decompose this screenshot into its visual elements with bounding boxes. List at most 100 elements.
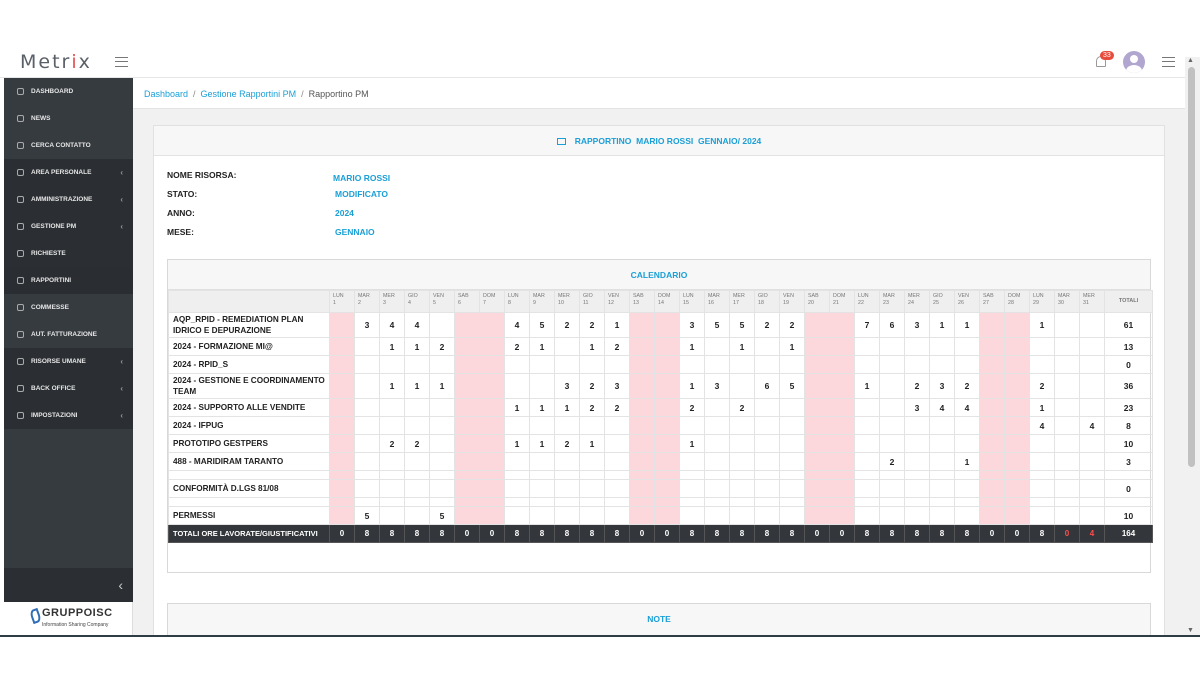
hours-cell[interactable]: [804, 452, 830, 471]
hours-cell[interactable]: [379, 479, 405, 498]
hours-cell[interactable]: [1004, 506, 1030, 525]
sidebar-item-rapportini[interactable]: Rapportini: [4, 267, 133, 294]
hours-cell[interactable]: [879, 373, 905, 399]
hours-cell[interactable]: [854, 355, 880, 374]
hours-cell[interactable]: 6: [754, 373, 780, 399]
hours-cell[interactable]: 1: [529, 337, 555, 356]
hours-cell[interactable]: [729, 479, 755, 498]
hours-cell[interactable]: [679, 355, 705, 374]
hours-cell[interactable]: [729, 416, 755, 435]
hours-cell[interactable]: [529, 416, 555, 435]
hours-cell[interactable]: 2: [504, 337, 530, 356]
hours-cell[interactable]: [329, 452, 355, 471]
breadcrumb-link-dashboard[interactable]: Dashboard: [144, 89, 188, 99]
hours-cell[interactable]: [354, 337, 380, 356]
hours-cell[interactable]: [329, 373, 355, 399]
hours-cell[interactable]: 1: [404, 337, 430, 356]
hours-cell[interactable]: [754, 398, 780, 417]
hours-cell[interactable]: [854, 479, 880, 498]
hours-cell[interactable]: 5: [779, 373, 805, 399]
hours-cell[interactable]: 5: [354, 506, 380, 525]
hours-cell[interactable]: [1079, 479, 1105, 498]
hours-cell[interactable]: [654, 373, 680, 399]
hours-cell[interactable]: 2: [404, 434, 430, 453]
hours-cell[interactable]: [954, 434, 980, 453]
hours-cell[interactable]: [904, 506, 930, 525]
hours-cell[interactable]: [454, 506, 480, 525]
hours-cell[interactable]: [679, 506, 705, 525]
hours-cell[interactable]: 1: [579, 434, 605, 453]
hours-cell[interactable]: [929, 355, 955, 374]
hours-cell[interactable]: [654, 355, 680, 374]
hours-cell[interactable]: 1: [779, 337, 805, 356]
hours-cell[interactable]: [704, 506, 730, 525]
hours-cell[interactable]: [504, 373, 530, 399]
scroll-up-icon[interactable]: ▲: [1187, 57, 1194, 64]
hours-cell[interactable]: [729, 434, 755, 453]
hours-cell[interactable]: 1: [404, 373, 430, 399]
hours-cell[interactable]: [554, 416, 580, 435]
hours-cell[interactable]: [729, 506, 755, 525]
sidebar-item-impostazioni[interactable]: Impostazioni ‹: [4, 402, 133, 429]
hours-cell[interactable]: 2: [579, 312, 605, 338]
hours-cell[interactable]: [879, 506, 905, 525]
hours-cell[interactable]: [779, 452, 805, 471]
hours-cell[interactable]: [604, 452, 630, 471]
hours-cell[interactable]: 1: [379, 373, 405, 399]
hours-cell[interactable]: [854, 506, 880, 525]
hours-cell[interactable]: [879, 434, 905, 453]
hours-cell[interactable]: [879, 355, 905, 374]
hours-cell[interactable]: 4: [1079, 416, 1105, 435]
hours-cell[interactable]: [1054, 452, 1080, 471]
hours-cell[interactable]: [829, 355, 855, 374]
hours-cell[interactable]: [629, 506, 655, 525]
hours-cell[interactable]: [979, 434, 1005, 453]
hours-cell[interactable]: [1054, 416, 1080, 435]
hours-cell[interactable]: [329, 355, 355, 374]
hours-cell[interactable]: [829, 506, 855, 525]
hours-cell[interactable]: 4: [504, 312, 530, 338]
hours-cell[interactable]: [454, 416, 480, 435]
hours-cell[interactable]: [404, 452, 430, 471]
hours-cell[interactable]: [704, 452, 730, 471]
hours-cell[interactable]: [629, 434, 655, 453]
hours-cell[interactable]: [954, 506, 980, 525]
hours-cell[interactable]: [704, 355, 730, 374]
hours-cell[interactable]: [354, 398, 380, 417]
page-scrollbar[interactable]: ▲ ▼: [1185, 57, 1200, 637]
avatar[interactable]: [1123, 51, 1145, 73]
hours-cell[interactable]: [379, 355, 405, 374]
hours-cell[interactable]: [1079, 452, 1105, 471]
hours-cell[interactable]: 1: [1029, 312, 1055, 338]
hours-cell[interactable]: 3: [354, 312, 380, 338]
hours-cell[interactable]: 2: [579, 373, 605, 399]
hours-cell[interactable]: [354, 373, 380, 399]
hours-cell[interactable]: [1029, 506, 1055, 525]
menu-toggle-icon[interactable]: [115, 57, 128, 67]
sidebar-item-dashboard[interactable]: Dashboard: [4, 78, 133, 105]
hours-cell[interactable]: [704, 337, 730, 356]
hours-cell[interactable]: [954, 355, 980, 374]
hours-cell[interactable]: [879, 398, 905, 417]
hours-cell[interactable]: [529, 479, 555, 498]
hours-cell[interactable]: [979, 337, 1005, 356]
sidebar-item-area-personale[interactable]: Area personale ‹: [4, 159, 133, 186]
hours-cell[interactable]: [779, 506, 805, 525]
hours-cell[interactable]: 2: [879, 452, 905, 471]
hours-cell[interactable]: [404, 355, 430, 374]
hours-cell[interactable]: 4: [379, 312, 405, 338]
hours-cell[interactable]: 1: [954, 312, 980, 338]
hours-cell[interactable]: [454, 434, 480, 453]
hours-cell[interactable]: [854, 337, 880, 356]
hours-cell[interactable]: [704, 398, 730, 417]
hours-cell[interactable]: [629, 312, 655, 338]
hours-cell[interactable]: [429, 479, 455, 498]
hours-cell[interactable]: [729, 355, 755, 374]
hours-cell[interactable]: 1: [529, 398, 555, 417]
hours-cell[interactable]: [1079, 355, 1105, 374]
hours-cell[interactable]: [654, 434, 680, 453]
hours-cell[interactable]: 2: [429, 337, 455, 356]
hours-cell[interactable]: [329, 479, 355, 498]
hours-cell[interactable]: [679, 452, 705, 471]
hours-cell[interactable]: [454, 312, 480, 338]
